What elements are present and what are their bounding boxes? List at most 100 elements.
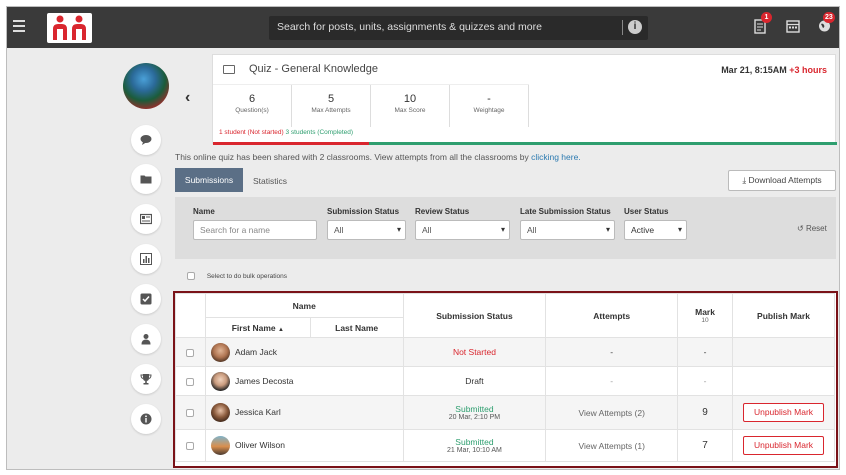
classroom-avatar[interactable] [123, 63, 169, 109]
row-checkbox[interactable] [186, 348, 195, 357]
student-status-summary: 1 student (Not started) 3 students (Comp… [219, 129, 353, 136]
unpublish-mark-button[interactable]: Unpublish Mark [743, 403, 824, 422]
row-select-cell [175, 429, 206, 462]
table-row: Adam Jack Not Started - - [175, 337, 835, 367]
submission-status-cell: Submitted 20 Mar, 2:10 PM [402, 395, 547, 430]
notifications-icon[interactable]: 1 [754, 12, 772, 35]
mark-cell: - [677, 366, 733, 396]
reset-filters-button[interactable]: ↺ Reset [797, 224, 827, 233]
student-name-cell: Oliver Wilson [204, 429, 404, 462]
back-chevron-icon[interactable]: ‹ [185, 89, 190, 107]
bulk-select-checkbox[interactable] [187, 272, 195, 280]
info-icon[interactable]: i [628, 20, 642, 34]
header-first-name-label: First Name [231, 322, 276, 333]
quiz-date-text: Mar 21, 8:15AM [721, 65, 787, 75]
bar-chart-icon [140, 253, 152, 265]
sidebar-info-button[interactable] [131, 404, 161, 434]
info-circle-icon [140, 413, 152, 425]
header-mark: Mark 10 [677, 293, 733, 338]
late-submission-select[interactable]: All [520, 220, 615, 240]
row-checkbox[interactable] [186, 409, 195, 418]
review-status-select[interactable]: All [415, 220, 510, 240]
row-checkbox[interactable] [186, 442, 195, 451]
table-row: Oliver Wilson Submitted 21 Mar, 10:10 AM… [175, 429, 835, 462]
student-name-cell: Jessica Karl [204, 395, 404, 430]
sidebar-reports-button[interactable] [131, 244, 161, 274]
header-mark-label: Mark [695, 307, 715, 317]
student-name: James Decosta [234, 375, 294, 386]
sidebar-achievements-button[interactable] [131, 364, 161, 394]
submission-status-select[interactable]: All [327, 220, 406, 240]
sidebar-posts-button[interactable] [131, 125, 161, 155]
checkbox-icon [140, 293, 152, 305]
header-select [175, 293, 206, 338]
hamburger-menu-icon[interactable] [13, 20, 25, 32]
header-publish-mark: Publish Mark [732, 293, 835, 338]
students-completed[interactable]: 3 students (Completed) [285, 129, 353, 136]
attempts-cell: View Attempts (1) [545, 429, 679, 462]
students-not-started[interactable]: 1 student (Not started) [219, 129, 284, 136]
download-attempts-button[interactable]: ⤓ Download Attempts [728, 170, 836, 191]
student-name-cell: Adam Jack [204, 337, 404, 367]
avatar [210, 371, 230, 391]
bulk-select-row: Select to do bulk operations [187, 272, 287, 280]
stat-value: 6 [248, 93, 256, 105]
calendar-icon[interactable] [786, 19, 800, 35]
stat-label: Weightage [473, 107, 505, 114]
top-navbar: Search for posts, units, assignments & q… [7, 7, 839, 48]
name-search-input[interactable]: Search for a name [193, 220, 317, 240]
sidebar-members-button[interactable] [131, 324, 161, 354]
avatar [210, 436, 230, 455]
user-status-value: Active [631, 225, 655, 235]
quiz-title: Quiz - General Knowledge [249, 63, 379, 75]
avatar [210, 403, 230, 422]
header-last-name[interactable]: Last Name [309, 317, 404, 338]
app-logo[interactable] [47, 13, 92, 43]
view-attempts-link[interactable]: View Attempts (2) [578, 408, 644, 418]
stat-label: Question(s) [235, 107, 269, 114]
filter-submission-status-label: Submission Status [327, 207, 400, 216]
clicking-here-link[interactable]: clicking here. [531, 152, 581, 162]
stat-label: Max Attempts [311, 107, 351, 114]
quiz-stats: 6 Question(s) 5 Max Attempts 10 Max Score -… [213, 84, 529, 127]
row-checkbox[interactable] [186, 377, 195, 386]
sidebar-assignments-button[interactable] [131, 284, 161, 314]
submissions-table: Name Submission Status Attempts Mark 10 … [175, 293, 835, 462]
submission-status-value: All [334, 225, 344, 235]
sidebar-folder-button[interactable] [131, 164, 161, 194]
attempts-cell: - [545, 337, 679, 367]
stat-questions: 6 Question(s) [213, 85, 292, 127]
header-first-name[interactable]: First Name ▲ [204, 317, 311, 338]
global-search-input[interactable]: Search for posts, units, assignments & q… [269, 16, 648, 40]
reset-icon: ↺ [797, 224, 804, 233]
filter-review-status-label: Review Status [415, 207, 470, 216]
header-name: Name [204, 293, 404, 318]
shared-text: This online quiz has been shared with 2 … [175, 152, 529, 162]
search-divider [622, 20, 623, 35]
tab-submissions[interactable]: Submissions [175, 168, 243, 192]
attempts-cell: - [545, 366, 679, 396]
updates-badge: 23 [823, 12, 835, 23]
completion-progress-bar [213, 142, 837, 145]
mark-cell: 9 [677, 395, 733, 430]
bulk-select-label: Select to do bulk operations [206, 272, 288, 280]
tab-statistics[interactable]: Statistics [253, 176, 287, 186]
folder-icon [140, 175, 152, 184]
sidebar-units-button[interactable] [131, 204, 161, 234]
student-name: Oliver Wilson [234, 439, 285, 450]
row-select-cell [175, 366, 206, 396]
view-attempts-link[interactable]: View Attempts (1) [578, 441, 644, 451]
submission-date: 20 Mar, 2:10 PM [448, 414, 501, 421]
notifications-badge: 1 [761, 12, 772, 23]
user-status-select[interactable]: Active [624, 220, 687, 240]
submission-status-text: Submitted [455, 437, 494, 447]
review-status-value: All [422, 225, 432, 235]
globe-icon[interactable]: 23 [818, 12, 835, 35]
row-select-cell [175, 337, 206, 367]
filter-late-submission-label: Late Submission Status [520, 207, 611, 216]
submissions-table-container: Name Submission Status Attempts Mark 10 … [173, 291, 838, 468]
late-submission-value: All [527, 225, 537, 235]
stat-value: - [487, 93, 491, 105]
unpublish-mark-button[interactable]: Unpublish Mark [743, 436, 824, 455]
table-row: James Decosta Draft - - [175, 366, 835, 396]
